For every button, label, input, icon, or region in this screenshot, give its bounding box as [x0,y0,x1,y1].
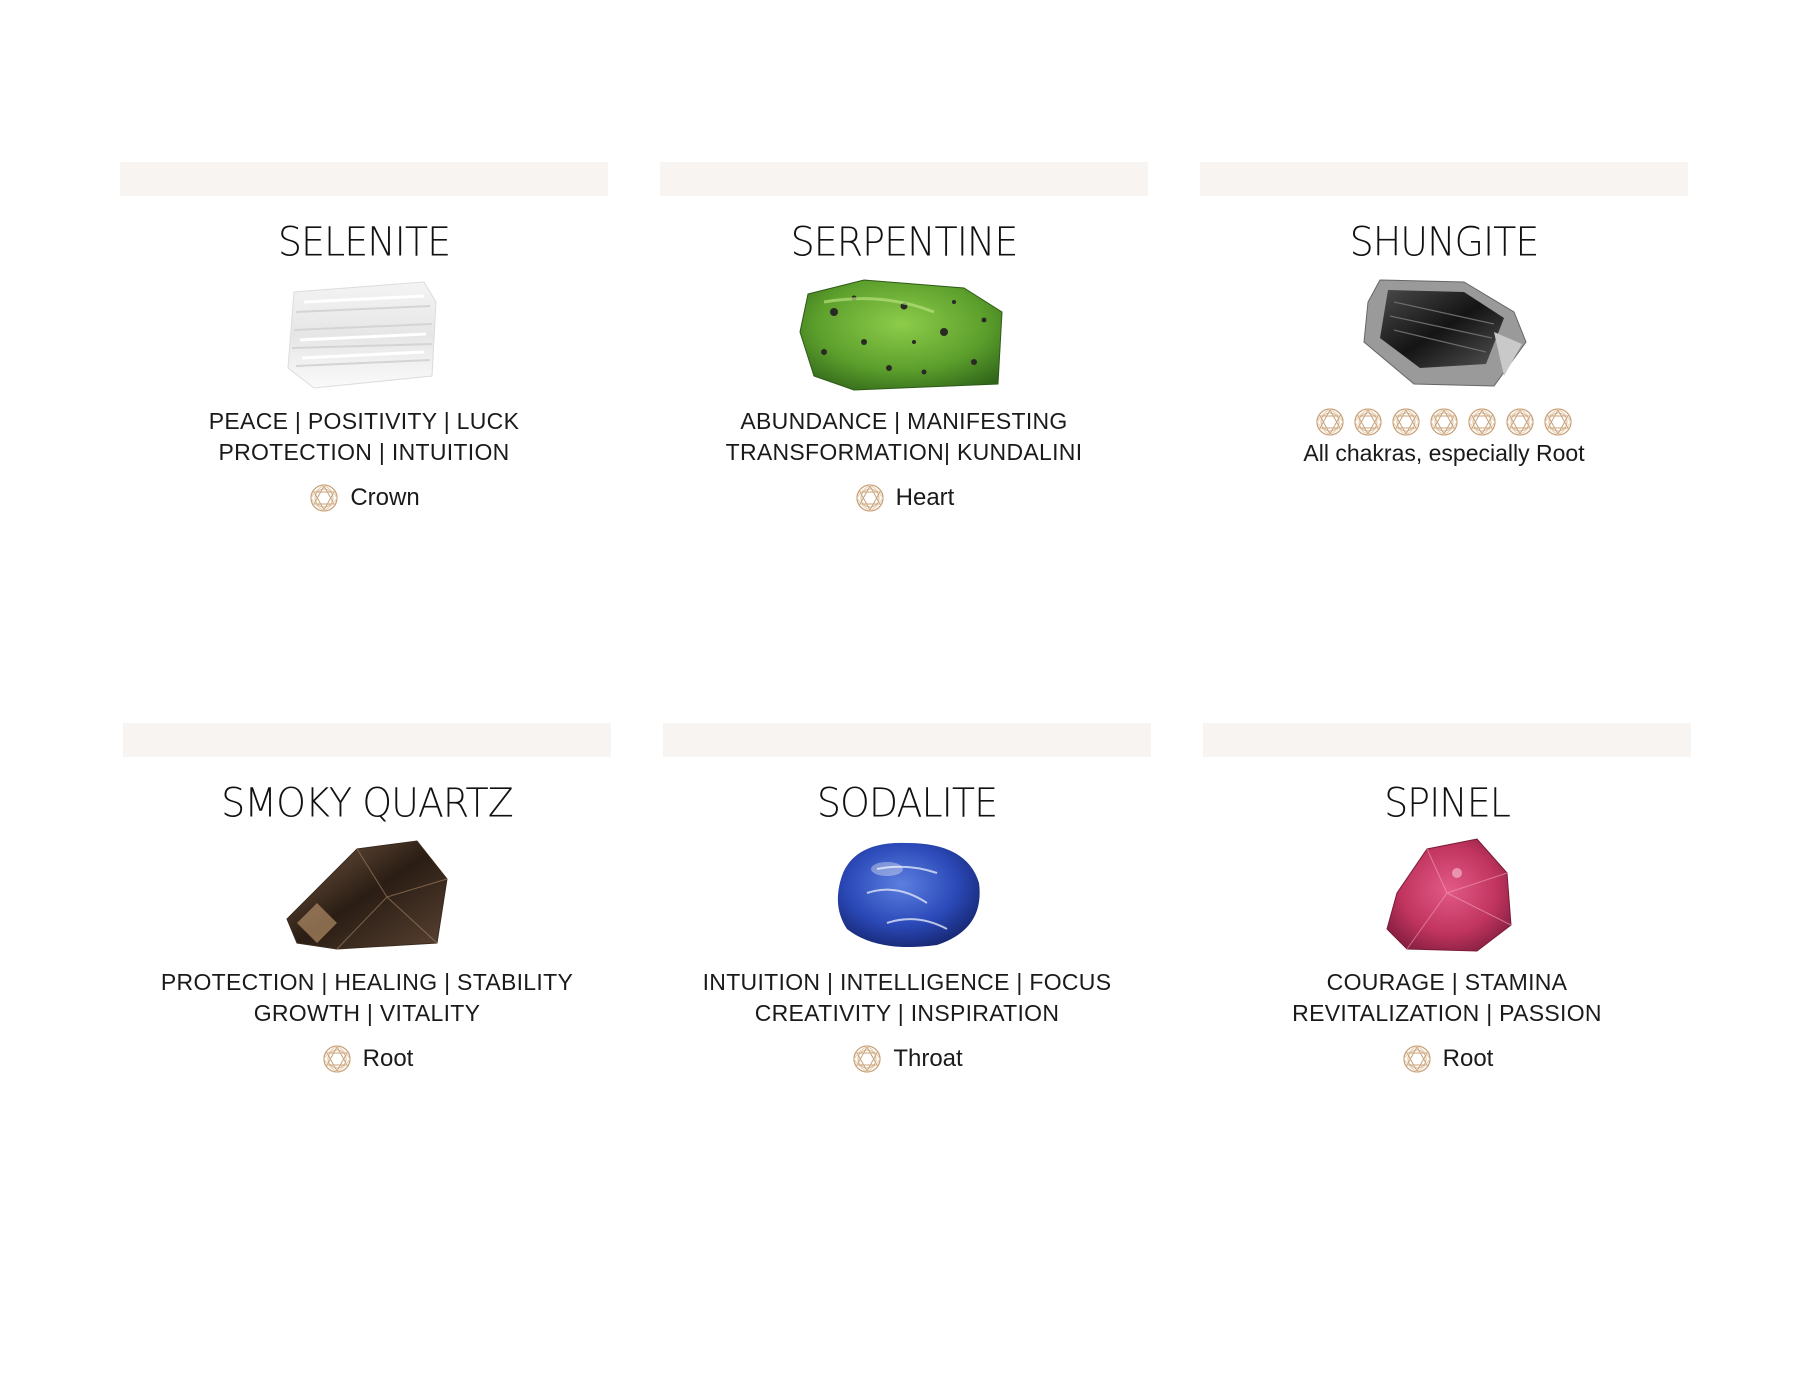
chakra-row: Root [123,1043,611,1075]
stone-name: SELENITE [277,218,451,266]
chakra-label: Heart [895,484,955,511]
root-chakra-icon [1544,408,1572,436]
third-eye-chakra-icon [1354,408,1382,436]
properties-line-2: TRANSFORMATION| KUNDALINI [725,439,1083,465]
card-header-bar [1203,723,1691,757]
chakra-label: Root [362,1045,414,1072]
properties-line-1: PROTECTION | HEALING | STABILITY [160,969,574,995]
stone-card-smoky-quartz: SMOKY QUARTZ PROTECTION | HEALING | STAB… [123,723,611,1075]
smoky-quartz-crystal-image [286,840,448,950]
card-header-bar [1200,162,1688,196]
root-chakra-icon [1402,1045,1431,1073]
chakra-row: Root [1203,1043,1691,1075]
chakra-label: Throat [893,1045,963,1072]
stone-properties: PROTECTION | HEALING | STABILITY GROWTH … [123,967,611,1029]
stone-properties: INTUITION | INTELLIGENCE | FOCUS CREATIV… [663,967,1151,1029]
crown-chakra-icon [1316,408,1344,436]
heart-chakra-icon [856,484,884,512]
heart-chakra-icon [1430,408,1458,436]
stone-name: SERPENTINE [790,218,1019,266]
card-header-bar [660,162,1148,196]
shungite-crystal-image [1363,279,1527,387]
stone-name: SODALITE [816,779,998,827]
throat-chakra-icon [1392,408,1420,436]
stone-card-sodalite: SODALITE INTUITION | INTELLIGENCE | FOCU… [663,723,1151,1075]
properties-line-1: ABUNDANCE | MANIFESTING [740,408,1068,434]
card-header-bar [663,723,1151,757]
properties-line-1: PEACE | POSITIVITY | LUCK [208,408,520,434]
sacral-chakra-icon [1506,408,1534,436]
serpentine-crystal-image [799,279,1003,391]
properties-line-2: CREATIVITY | INSPIRATION [754,1000,1060,1026]
stone-card-shungite: SHUNGITE All chakras, especially Root [1200,162,1688,468]
card-header-bar [120,162,608,196]
stone-name: SMOKY QUARTZ [221,779,514,827]
chakra-row: Throat [663,1043,1151,1075]
throat-chakra-icon [853,1045,881,1073]
chakra-label: All chakras, especially Root [1303,440,1585,466]
chakra-label: Crown [350,484,420,511]
selenite-crystal-image [287,281,437,389]
properties-line-1: COURAGE | STAMINA [1326,969,1568,995]
properties-line-2: PROTECTION | INTUITION [218,439,510,465]
chakra-row: Crown [120,482,608,514]
sodalite-crystal-image [837,842,980,947]
chakra-row: Heart [660,482,1148,514]
stone-card-spinel: SPINEL COURAGE | STAMINA REVITALIZATION … [1203,723,1691,1075]
stone-name: SHUNGITE [1349,218,1540,266]
chakra-icons-row [1200,406,1688,438]
stone-name: SPINEL [1384,779,1511,827]
stone-properties: ABUNDANCE | MANIFESTING TRANSFORMATION| … [660,406,1148,468]
solar-plexus-chakra-icon [1468,408,1496,436]
spinel-crystal-image [1386,838,1512,952]
chakra-label: Root [1442,1045,1494,1072]
stone-properties: PEACE | POSITIVITY | LUCK PROTECTION | I… [120,406,608,468]
crown-chakra-icon [310,484,338,512]
root-chakra-icon [322,1045,351,1073]
properties-line-2: REVITALIZATION | PASSION [1292,1000,1602,1026]
stone-card-serpentine: SERPENTINE ABUNDANCE | MANIFESTING TRANS… [660,162,1148,514]
stone-card-selenite: SELENITE PEACE | POSITIVITY | LUCK PROTE… [120,162,608,514]
properties-line-2: GROWTH | VITALITY [253,1000,481,1026]
properties-line-1: INTUITION | INTELLIGENCE | FOCUS [702,969,1112,995]
card-header-bar [123,723,611,757]
stone-properties: COURAGE | STAMINA REVITALIZATION | PASSI… [1203,967,1691,1029]
